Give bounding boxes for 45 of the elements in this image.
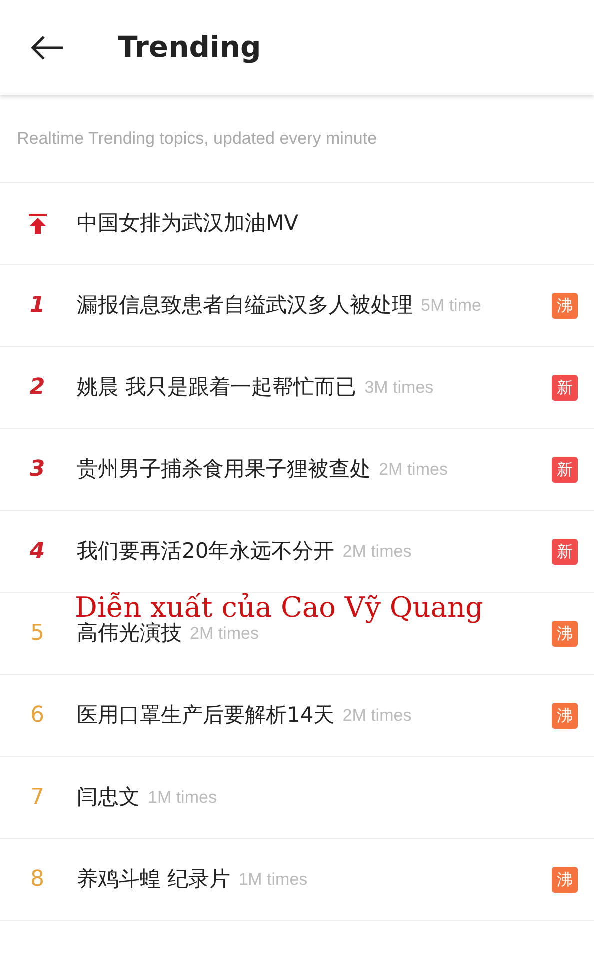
topic-title: 高伟光演技 [77, 620, 182, 647]
trending-row[interactable]: 6 医用口罩生产后要解析14天 2M times 沸 [0, 675, 594, 757]
rank-number: 3 [30, 456, 46, 484]
topic-title: 姚晨 我只是跟着一起帮忙而已 [77, 374, 357, 401]
topic-title: 贵州男子捕杀食用果子狸被查处 [77, 456, 371, 483]
view-count: 1M times [238, 868, 308, 891]
tag: 沸 [552, 620, 578, 646]
topic-title: 闫忠文 [77, 784, 140, 811]
view-count: 1M times [148, 786, 217, 809]
tag: 新 [552, 538, 578, 564]
trending-row[interactable]: 8 养鸡斗蝗 纪录片 1M times 沸 [0, 839, 594, 921]
back-arrow-icon [30, 34, 64, 60]
trending-row[interactable]: 7 闫忠文 1M times [0, 757, 594, 839]
trending-row[interactable]: 2 姚晨 我只是跟着一起帮忙而已 3M times 新 [0, 347, 594, 429]
trending-row[interactable]: 4 我们要再活20年永远不分开 2M times 新 [0, 511, 594, 593]
tag: 新 [552, 456, 578, 482]
tag: 沸 [552, 702, 578, 728]
view-count: 2M times [379, 458, 448, 481]
topic-title: 中国女排为武汉加油MV [77, 210, 298, 237]
topic-title: 漏报信息致患者自缢武汉多人被处理 [77, 292, 413, 319]
view-count: 2M times [342, 540, 412, 563]
subtitle: Realtime Trending topics, updated every minute [17, 128, 378, 150]
rank-number: 4 [30, 538, 46, 566]
rank-number: 5 [30, 620, 44, 648]
rank-number: 8 [30, 866, 44, 894]
rank-number: 1 [30, 292, 46, 320]
trending-row[interactable]: 1 漏报信息致患者自缢武汉多人被处理 5M time 沸 [0, 265, 594, 347]
trending-row[interactable]: 中国女排为武汉加油MV [0, 183, 594, 265]
view-count: 2M times [342, 704, 412, 727]
tag: 沸 [552, 866, 578, 892]
pin-to-top-icon [28, 214, 46, 234]
view-count: 5M time [421, 294, 482, 317]
page-title: Trending [118, 28, 262, 66]
rank-number: 2 [30, 374, 46, 402]
topic-title: 养鸡斗蝗 纪录片 [77, 866, 231, 893]
rank-number: 6 [30, 702, 44, 730]
tag: 新 [552, 374, 578, 400]
rank-number: 7 [30, 784, 44, 812]
tag: 沸 [552, 292, 578, 318]
topic-title: 医用口罩生产后要解析14天 [77, 702, 335, 729]
topic-title: 我们要再活20年永远不分开 [77, 538, 335, 565]
view-count: 3M times [364, 376, 434, 399]
trending-row[interactable]: 5 高伟光演技 2M times 沸 Diễn xuất của Cao Vỹ Quang [0, 593, 594, 675]
view-count: 2M times [190, 622, 259, 645]
trending-row[interactable]: 3 贵州男子捕杀食用果子狸被查处 2M times 新 [0, 429, 594, 511]
